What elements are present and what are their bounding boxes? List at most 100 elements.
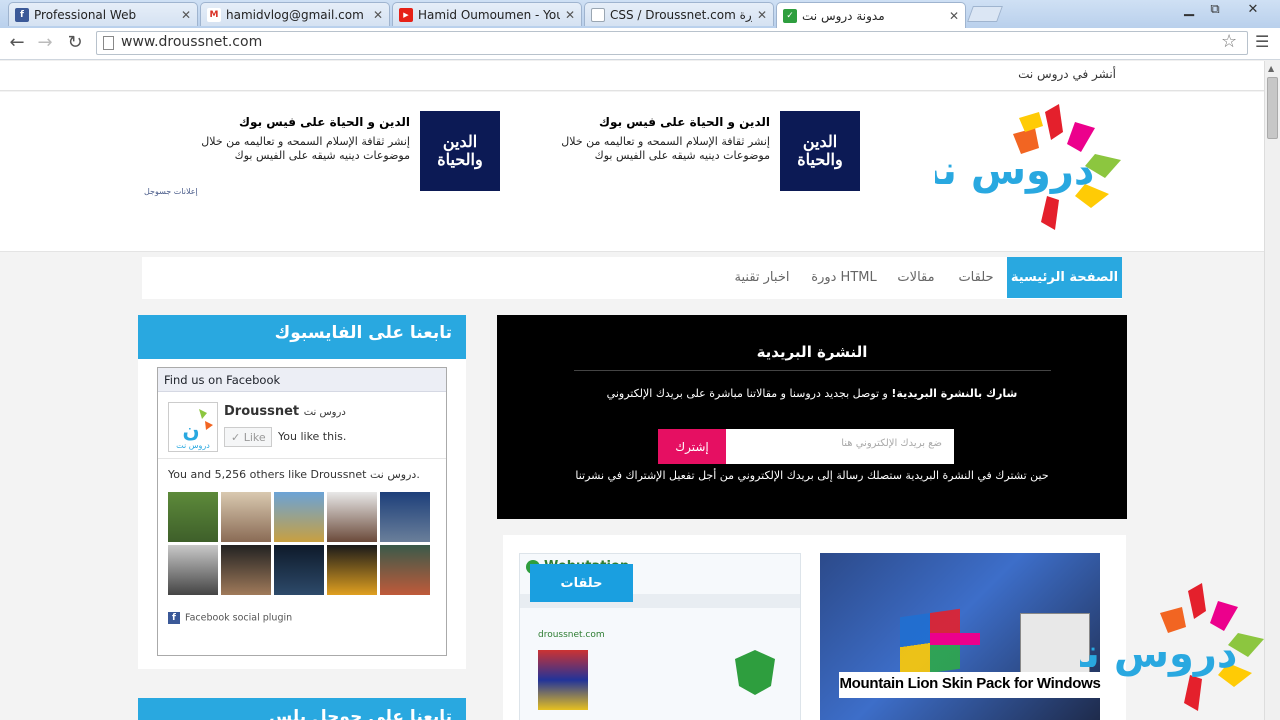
page-icon [103,36,114,50]
scrollbar-thumb[interactable] [1267,77,1278,139]
watermark-logo: دروس نت [1080,583,1264,711]
tab-youtube[interactable]: ▶ Hamid Oumoumen - You ✕ [392,2,582,26]
newsletter-note: حين تشترك في النشرة البريدية ستصلك رسالة… [575,469,1049,482]
youtube-icon: ▶ [399,7,413,22]
ad-unit[interactable]: الدين والحياة الدين و الحياة على فيس بوك… [150,111,500,191]
shield-icon [735,650,775,695]
fan-avatar[interactable] [168,492,218,542]
droussnet-logo-icon: ن دروس نت [176,409,213,450]
ad-title[interactable]: الدين و الحياة على فيس بوك [599,115,770,129]
nav-home[interactable]: الصفحة الرئيسية [1007,257,1122,298]
like-label: Like [243,431,266,444]
category-tag[interactable]: حلقات [530,564,633,602]
ad-title[interactable]: الدين و الحياة على فيس بوك [239,115,410,129]
nav-episodes[interactable]: حلقات [947,257,1005,298]
bookmark-star-icon[interactable]: ☆ [1221,31,1237,52]
tab-title: مدونة دروس نت [802,8,885,23]
address-bar[interactable]: www.droussnet.com [96,31,1248,55]
nav-tech-news[interactable]: اخبار تقنية [722,257,802,298]
tab-css-course[interactable]: CSS / Droussnet.com دورة ✕ [584,2,774,26]
likes-count-text: You and 5,256 others like Droussnet دروس… [168,468,420,481]
site-domain: droussnet.com [538,630,605,640]
fan-avatar[interactable] [327,492,377,542]
watermark-text: دروس نت [1080,631,1237,677]
close-icon[interactable]: ✕ [373,8,383,22]
page-name-arabic: دروس نت [303,407,346,418]
post-caption[interactable]: Mountain Lion Skin Pack for Windows [839,672,1101,698]
ad-banner[interactable]: الدين والحياة الدين و الحياة على فيس بوك… [142,107,870,197]
svg-text:دروس نت: دروس نت [176,441,210,450]
publish-link[interactable]: أنشر في دروس نت [1018,67,1116,81]
back-arrow-icon[interactable]: ← [6,32,28,53]
ad-text: إنشر ثقافة الإسلام السمحه و تعاليمه من خ… [561,135,770,162]
fan-avatar[interactable] [274,545,324,595]
fan-avatar[interactable] [380,545,430,595]
minimize-icon[interactable]: ▁ [1176,2,1202,17]
web-page: أنشر في دروس نت الدين والحياة الدين و ال… [0,61,1264,720]
facebook-plugin-link[interactable]: f Facebook social plugin [168,612,292,624]
nav-articles[interactable]: مقالات [887,257,945,298]
nav-html-course[interactable]: دورة HTML [804,257,884,298]
plugin-label: Facebook social plugin [185,612,293,624]
you-like-text: You like this. [278,430,347,443]
site-header: الدين والحياة الدين و الحياة على فيس بوك… [0,92,1264,299]
new-tab-button[interactable] [967,6,1003,22]
newsletter-desc-bold: شارك بالنشرة البريدية! [891,387,1018,400]
top-strip: أنشر في دروس نت [0,61,1264,91]
close-icon[interactable]: ✕ [757,8,767,22]
tab-droussnet-blog[interactable]: ✓ مدونة دروس نت ✕ [776,2,966,28]
divider [158,458,446,459]
ad-image[interactable]: الدين والحياة [420,111,500,191]
menu-icon[interactable]: ☰ [1255,32,1269,51]
site-logo[interactable]: دروس نت [935,104,1125,234]
divider [574,370,1051,371]
scroll-up-icon[interactable]: ▲ [1268,64,1274,73]
fan-avatar[interactable] [327,545,377,595]
page-avatar[interactable]: ن دروس نت [168,402,218,452]
tab-gmail[interactable]: M hamidvlog@gmail.com - ✕ [200,2,390,26]
logo-text: دروس نت [935,148,1094,194]
check-icon: ✓ [231,431,241,444]
newsletter-title: النشرة البريدية [756,343,868,361]
close-icon[interactable]: ✕ [565,8,575,22]
tab-title: Professional Web [34,7,137,22]
tab-title: hamidvlog@gmail.com - [226,7,368,22]
facebook-box-header[interactable]: Find us on Facebook [158,368,446,392]
tab-title: CSS / Droussnet.com دورة [610,7,752,22]
close-icon[interactable]: ✕ [949,9,959,23]
email-field[interactable]: ضع بريدك الإلكتروني هنا [725,429,954,464]
tab-facebook[interactable]: f Professional Web ✕ [8,2,198,26]
browser-titlebar: f Professional Web ✕ M hamidvlog@gmail.c… [0,0,1280,28]
facebook-widget: Find us on Facebook ن دروس نت Droussnet … [138,359,466,669]
like-button[interactable]: ✓ Like [224,427,272,447]
facebook-page-name[interactable]: Droussnet دروس نت [224,404,346,419]
ad-label[interactable]: إعلانات جسوجل [144,187,198,196]
page-name-latin: Droussnet [224,404,300,419]
fan-avatar[interactable] [380,492,430,542]
forward-arrow-icon[interactable]: → [34,32,56,53]
facebook-icon: f [15,7,29,22]
reload-icon[interactable]: ↻ [64,32,86,53]
newsletter-box: النشرة البريدية شارك بالنشرة البريدية! و… [497,315,1127,519]
facebook-icon: f [168,612,180,624]
page-scrollbar[interactable]: ▲ [1264,61,1280,720]
subscribe-button[interactable]: إشترك [658,429,726,464]
gmail-icon: M [207,7,221,22]
shield-icon: ✓ [783,8,797,23]
fan-avatar[interactable] [274,492,324,542]
main-nav: الصفحة الرئيسية حلقات مقالات دورة HTML ا… [142,257,1122,299]
window-close-icon[interactable]: ✕ [1240,2,1266,17]
close-icon[interactable]: ✕ [181,8,191,22]
ad-unit[interactable]: الدين والحياة الدين و الحياة على فيس بوك… [510,111,860,191]
svg-text:ن: ن [182,418,199,442]
ad-image[interactable]: الدين والحياة [780,111,860,191]
site-screenshot [538,650,588,710]
restore-icon[interactable]: ⧉ [1202,2,1228,17]
browser-toolbar: ← → ↻ www.droussnet.com ☆ ☰ [0,28,1280,60]
page-icon [591,7,605,22]
facebook-likebox: Find us on Facebook ن دروس نت Droussnet … [157,367,447,656]
fan-avatar[interactable] [221,492,271,542]
facebook-widget-title: تابعنا على الفايسبوك [138,315,466,359]
fan-avatar[interactable] [168,545,218,595]
fan-avatar[interactable] [221,545,271,595]
